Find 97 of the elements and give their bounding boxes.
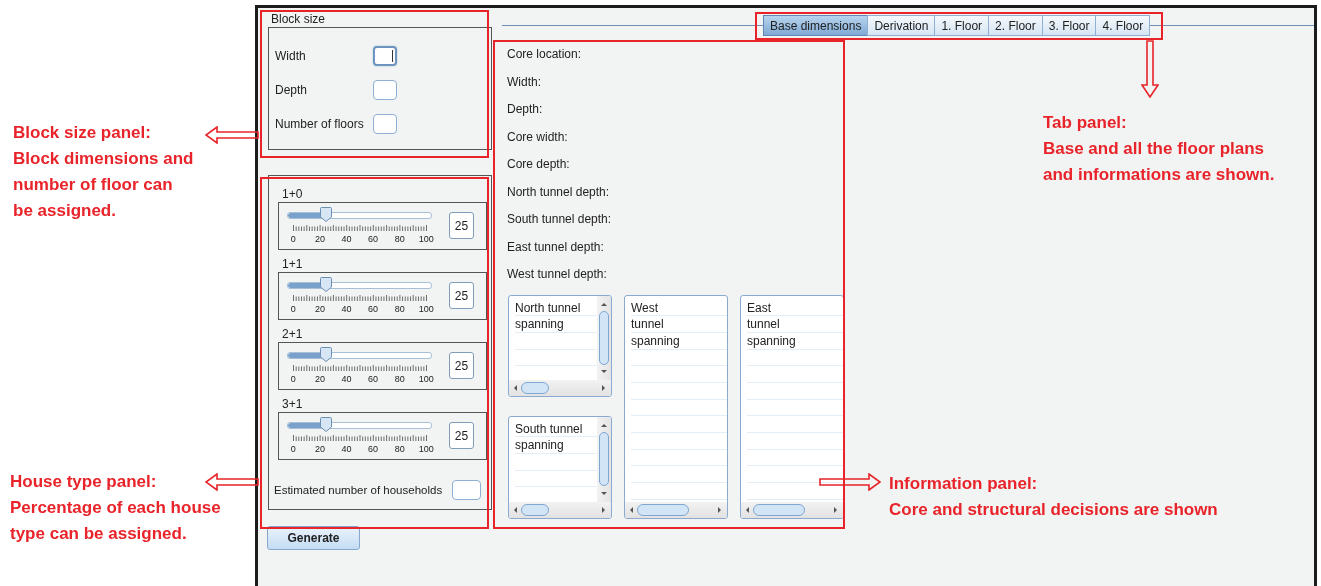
horizontal-scrollbar[interactable] [509, 501, 611, 518]
list-line: East [747, 299, 843, 317]
info-label: Core width: [507, 129, 569, 146]
callout-arrow [819, 473, 881, 491]
slider-track[interactable] [287, 277, 432, 293]
scale-label: 0 [289, 444, 297, 455]
callout-title: Block size panel: [13, 122, 152, 144]
list-line: West [631, 299, 727, 317]
scale-label: 60 [367, 304, 380, 315]
list-line: spanning [631, 332, 727, 350]
info-label: Depth: [507, 102, 544, 118]
horizontal-scrollbar[interactable] [625, 501, 727, 518]
scale-label: 40 [340, 304, 353, 315]
info-label: Core depth: [507, 157, 571, 173]
scale-label: 0 [289, 304, 297, 315]
slider-track[interactable] [287, 207, 432, 223]
slider-thumb[interactable] [320, 417, 333, 432]
info-label: North tunnel depth: [507, 184, 611, 201]
input-field[interactable] [373, 80, 397, 100]
field-label: Number of floors [275, 117, 365, 131]
callout-text: number of floor can [13, 174, 174, 196]
callout-text: Core and structural decisions are shown [889, 499, 1218, 521]
scale-label: 20 [313, 374, 326, 385]
callout-text: be assigned. [13, 200, 117, 222]
value-field[interactable]: 25 [449, 422, 474, 449]
scale-label: 100 [417, 234, 435, 245]
info-label: East tunnel depth: [507, 239, 605, 256]
slider-label: 1+0 [282, 186, 303, 202]
callout-title: Tab panel: [1043, 112, 1128, 134]
list-line: tunnel [631, 316, 727, 333]
scale-label: 20 [313, 234, 326, 245]
vertical-scrollbar[interactable] [597, 416, 611, 502]
panel-title: Block size [271, 12, 327, 26]
callout-text: and informations are shown. [1043, 164, 1275, 186]
slider-label: 1+1 [282, 256, 303, 272]
scale-label: 100 [417, 444, 435, 455]
scale-label: 40 [340, 374, 353, 385]
list-box[interactable]: South tunnel spanning [508, 415, 612, 519]
field-label: Depth [275, 83, 309, 97]
list-box[interactable]: North tunnel spanning [508, 294, 612, 397]
field-label: Estimated number of households [274, 484, 444, 496]
tab[interactable]: 2. Floor [988, 15, 1043, 36]
scale-label: 100 [417, 374, 435, 385]
scale-label: 80 [393, 304, 406, 315]
slider-label: 3+1 [282, 396, 303, 412]
slider-track[interactable] [287, 347, 432, 363]
callout-title: Information panel: [889, 473, 1039, 495]
tab[interactable]: Base dimensions [763, 15, 869, 36]
callout-arrow [205, 473, 259, 491]
slider-thumb[interactable] [320, 207, 333, 222]
value-field[interactable]: 25 [449, 352, 474, 379]
horizontal-scrollbar[interactable] [509, 379, 611, 396]
info-label: Core location: [507, 47, 583, 63]
scale-label: 80 [393, 374, 406, 385]
scale-label: 40 [340, 444, 353, 455]
tab[interactable]: 4. Floor [1095, 15, 1151, 36]
scale-label: 20 [313, 304, 326, 315]
list-line: spanning [747, 332, 843, 350]
callout-text: Percentage of each house [10, 497, 221, 519]
input-field[interactable] [373, 114, 397, 134]
generate-button[interactable]: Generate [267, 526, 360, 550]
value-field[interactable]: 25 [449, 282, 474, 309]
tab[interactable]: 3. Floor [1041, 15, 1097, 36]
value-field[interactable]: 25 [449, 212, 474, 239]
callout-text: type can be assigned. [10, 523, 188, 545]
input-field[interactable] [452, 480, 481, 500]
scale-label: 100 [417, 304, 435, 315]
slider-track[interactable] [287, 417, 432, 433]
tab[interactable]: Derivation [867, 15, 936, 36]
info-label: Width: [507, 74, 542, 91]
slider-thumb[interactable] [320, 277, 333, 292]
scale-label: 60 [367, 234, 380, 245]
scale-label: 60 [367, 444, 380, 455]
list-box[interactable]: West tunnel spanning [624, 294, 728, 519]
callout-text: Block dimensions and [13, 148, 194, 170]
scale-label: 80 [393, 444, 406, 455]
scale-label: 0 [289, 234, 297, 245]
list-line: tunnel [747, 316, 843, 333]
slider-label: 2+1 [282, 326, 303, 342]
info-label: South tunnel depth: [507, 212, 613, 228]
scale-label: 20 [313, 444, 326, 455]
scale-label: 0 [289, 374, 297, 385]
scale-label: 80 [393, 234, 406, 245]
tab[interactable]: 1. Floor [934, 15, 990, 36]
input-field[interactable] [373, 46, 397, 66]
horizontal-scrollbar[interactable] [741, 501, 843, 518]
field-label: Width [275, 49, 307, 63]
callout-text: Base and all the floor plans [1043, 138, 1266, 160]
slider-thumb[interactable] [320, 347, 333, 362]
scale-label: 60 [367, 374, 380, 385]
info-label: West tunnel depth: [507, 267, 608, 283]
vertical-scrollbar[interactable] [597, 295, 611, 380]
callout-arrow [205, 126, 259, 144]
scale-label: 40 [340, 234, 353, 245]
callout-title: House type panel: [10, 471, 158, 493]
callout-arrow [1141, 40, 1159, 98]
list-box[interactable]: East tunnel spanning [740, 294, 844, 519]
